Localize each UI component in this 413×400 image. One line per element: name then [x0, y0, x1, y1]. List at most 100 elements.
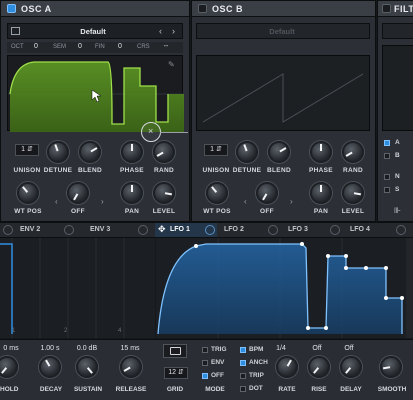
osc-a-level-label: LEVEL — [152, 208, 176, 215]
osc-b-pan-knob[interactable] — [310, 182, 332, 204]
tab-env3[interactable]: ENV 3 — [90, 223, 110, 237]
osc-b-warp-prev-icon[interactable]: ‹ — [244, 197, 247, 206]
env-hold-label: HOLD — [0, 386, 19, 393]
osc-b-power-toggle[interactable] — [198, 4, 207, 13]
osc-b-warp-knob[interactable] — [256, 182, 278, 204]
lfo-dot-checkbox[interactable] — [240, 386, 246, 392]
filter-power-toggle[interactable] — [382, 4, 391, 13]
lfo-delay-value[interactable]: Off — [340, 345, 358, 352]
preset-next-icon[interactable]: › — [172, 26, 175, 36]
lfo2-tab-circle-icon[interactable] — [268, 225, 278, 235]
osc-a-detune-label: DETUNE — [43, 167, 73, 174]
osc-a-pan-knob[interactable] — [121, 182, 143, 204]
osc-a-phase-knob[interactable] — [121, 141, 143, 163]
fin-value[interactable]: 0 — [115, 43, 125, 50]
warp-prev-icon[interactable]: ‹ — [55, 197, 58, 206]
lfo4-tab-circle-icon[interactable] — [396, 225, 406, 235]
lfo-display[interactable] — [156, 238, 406, 338]
osc-b-wtpos-knob[interactable] — [206, 182, 228, 204]
osc-b-phase-knob[interactable] — [310, 141, 332, 163]
crs-value[interactable]: -- — [159, 43, 173, 50]
lfo-delay-knob[interactable] — [340, 356, 362, 378]
osc-a-rand-knob[interactable] — [153, 141, 175, 163]
osc-b-unison-stepper[interactable]: 1 ⇵ — [204, 144, 228, 156]
env-release-knob[interactable] — [120, 356, 142, 378]
osc-b-level-knob[interactable] — [342, 182, 364, 204]
mod-drag-handle[interactable]: × — [141, 122, 161, 142]
wavetable-icon[interactable] — [11, 27, 20, 35]
osc-b-unison-label: UNISON — [202, 167, 230, 174]
lfo-smooth-knob[interactable] — [380, 356, 402, 378]
osc-b-detune-knob[interactable] — [236, 141, 258, 163]
lfo1-tab-circle-icon[interactable] — [205, 225, 215, 235]
filter-display[interactable] — [382, 45, 413, 131]
osc-b-preset-bar: Default — [196, 23, 370, 39]
lfo-rise-value[interactable]: Off — [308, 345, 326, 352]
lfo-bpm-checkbox[interactable] — [240, 347, 246, 353]
crs-label: CRS — [137, 44, 150, 50]
filter-route-n-checkbox[interactable] — [384, 174, 390, 180]
osc-b-blend-knob[interactable] — [268, 141, 290, 163]
osc-a-unison-stepper[interactable]: 1 ⇵ — [15, 144, 39, 156]
env2-tab-circle-icon[interactable] — [64, 225, 74, 235]
filter-route-a-checkbox[interactable] — [384, 140, 390, 146]
env-sustain-value[interactable]: 0.0 dB — [72, 345, 102, 352]
lfo-delay-label: DELAY — [340, 386, 362, 393]
edit-pencil-icon[interactable]: ✎ — [168, 60, 175, 69]
filter-route-s-checkbox[interactable] — [384, 187, 390, 193]
lfo-mode-trig-checkbox[interactable] — [202, 347, 208, 353]
osc-a-wtpos-knob[interactable] — [17, 182, 39, 204]
env1-tab-circle-icon[interactable] — [3, 225, 13, 235]
filter-type-selector[interactable] — [382, 23, 413, 39]
env-display[interactable]: 1 2 4 — [0, 238, 155, 338]
mod-scrollbar[interactable] — [406, 238, 413, 338]
oct-value[interactable]: 0 — [31, 43, 41, 50]
osc-a-warp-knob[interactable] — [67, 182, 89, 204]
osc-b-waveform — [202, 73, 364, 123]
env-release-value[interactable]: 15 ms — [116, 345, 144, 352]
lfo-anch-checkbox[interactable] — [240, 360, 246, 366]
env-decay-value[interactable]: 1.00 s — [36, 345, 64, 352]
lfo-preset-folder-button[interactable] — [163, 344, 187, 358]
osc-b-wave-display[interactable] — [196, 55, 370, 131]
keyboard-icon[interactable]: ⊪ — [394, 206, 401, 215]
env-hold-value[interactable]: 0 ms — [0, 345, 22, 352]
env-decay-label: DECAY — [39, 386, 63, 393]
lfo-grid-stepper[interactable]: 12 ⇵ — [164, 367, 188, 379]
osc-b-preset-name[interactable]: Default — [237, 27, 327, 36]
env3-tab-circle-icon[interactable] — [138, 225, 148, 235]
lfo-rate-knob[interactable] — [276, 356, 298, 378]
tab-lfo2[interactable]: LFO 2 — [224, 223, 244, 237]
env-decay-knob[interactable] — [39, 356, 61, 378]
osc-a-blend-knob[interactable] — [79, 141, 101, 163]
env-sustain-knob[interactable] — [76, 356, 98, 378]
warp-next-icon[interactable]: › — [101, 197, 104, 206]
lfo-rise-knob[interactable] — [308, 356, 330, 378]
osc-b-warp-next-icon[interactable]: › — [290, 197, 293, 206]
filter-route-b-checkbox[interactable] — [384, 153, 390, 159]
osc-a-pitch-row: OCT 0 SEM 0 FIN 0 CRS -- — [7, 42, 183, 53]
filter-route-b-label: B — [395, 152, 400, 159]
filter-header: FILTE — [378, 1, 413, 17]
lfo-rate-value[interactable]: 1/4 — [272, 345, 290, 352]
preset-prev-icon[interactable]: ‹ — [159, 26, 162, 36]
tab-lfo1[interactable]: LFO 1 — [170, 223, 190, 237]
tab-lfo4[interactable]: LFO 4 — [350, 223, 370, 237]
filter-route-a-label: A — [395, 139, 400, 146]
lfo-trip-checkbox[interactable] — [240, 373, 246, 379]
sem-value[interactable]: 0 — [75, 43, 85, 50]
osc-b-rand-knob[interactable] — [342, 141, 364, 163]
lfo-mode-env-checkbox[interactable] — [202, 360, 208, 366]
oct-label: OCT — [11, 44, 24, 50]
osc-a-detune-knob[interactable] — [47, 141, 69, 163]
tab-env2[interactable]: ENV 2 — [20, 223, 40, 237]
lfo3-tab-circle-icon[interactable] — [330, 225, 340, 235]
osc-a-preset-name[interactable]: Default — [48, 27, 138, 36]
move-cross-icon[interactable]: ✥ — [158, 224, 166, 235]
filter-panel: FILTE A B N S ⊪ — [377, 0, 413, 222]
osc-a-power-toggle[interactable] — [7, 4, 16, 13]
lfo-mode-off-checkbox[interactable] — [202, 373, 208, 379]
osc-a-level-knob[interactable] — [153, 182, 175, 204]
tab-lfo3[interactable]: LFO 3 — [288, 223, 308, 237]
osc-a-wave-display[interactable]: ✎ — [7, 55, 184, 132]
